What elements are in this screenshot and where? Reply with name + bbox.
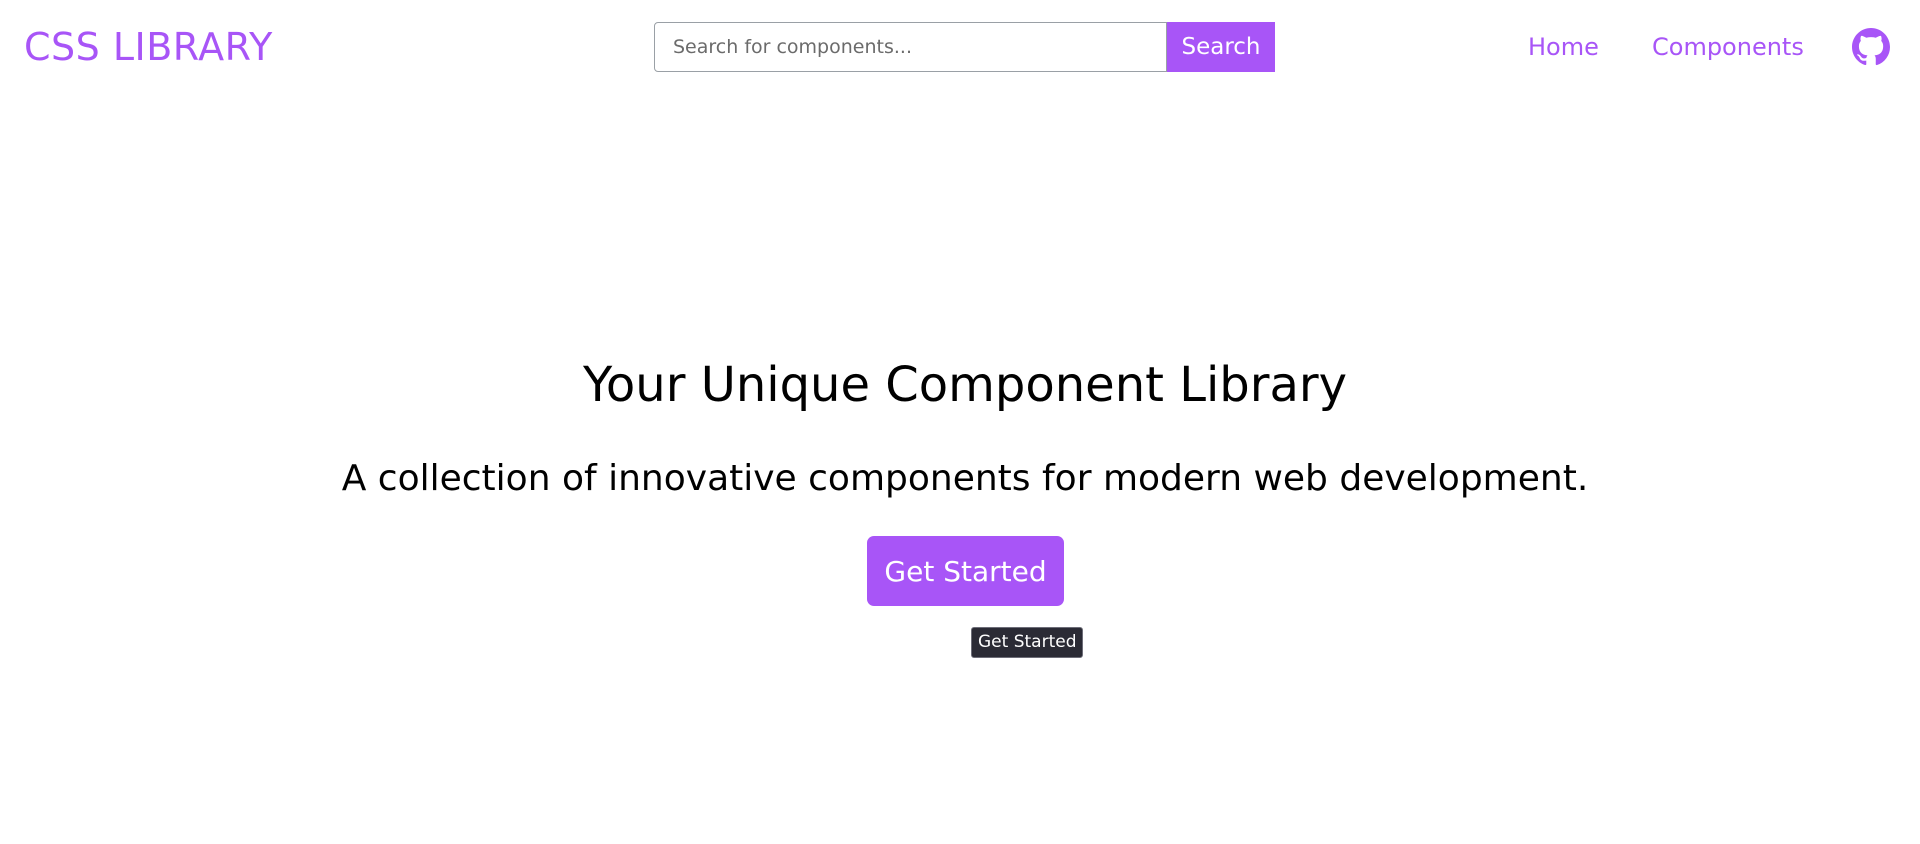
hero-title: Your Unique Component Library: [582, 357, 1348, 413]
tooltip: Get Started: [971, 627, 1084, 658]
logo[interactable]: CSS LIBRARY: [24, 20, 273, 74]
header: CSS LIBRARY Search Home Components: [0, 0, 1920, 93]
hero-subtitle: A collection of innovative components fo…: [341, 458, 1589, 499]
nav-link-components[interactable]: Components: [1652, 27, 1804, 67]
page: CSS LIBRARY Search Home Components Your …: [0, 0, 1920, 844]
github-icon[interactable]: [1852, 28, 1890, 66]
search-button[interactable]: Search: [1167, 22, 1275, 72]
search-input[interactable]: [654, 22, 1167, 72]
search-form: Search: [654, 22, 1275, 72]
nav-link-home[interactable]: Home: [1528, 27, 1599, 67]
get-started-button[interactable]: Get Started: [867, 536, 1064, 606]
